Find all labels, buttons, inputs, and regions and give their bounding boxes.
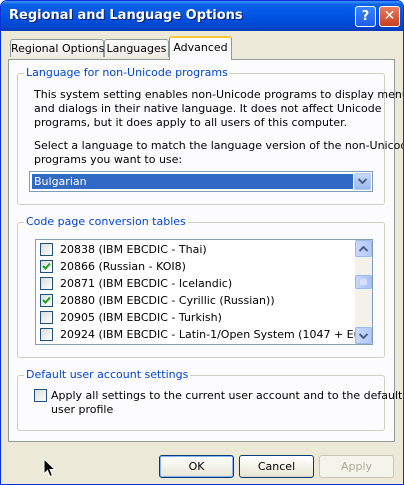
language-prompt-line-2: programs you want to use: bbox=[34, 153, 183, 166]
scroll-up-icon[interactable] bbox=[355, 240, 372, 257]
tab-advanced[interactable]: Advanced bbox=[169, 36, 232, 60]
tab-languages[interactable]: Languages bbox=[104, 39, 169, 57]
list-item-label: 20924 (IBM EBCDIC - Latin-1/Open System … bbox=[60, 328, 373, 341]
group-legend: Default user account settings bbox=[24, 368, 191, 381]
checkbox[interactable] bbox=[40, 243, 53, 256]
non-unicode-description-line-2: and dialogs in their native language. It… bbox=[34, 102, 382, 115]
dialog-window: Regional and Language Options ? ✕ Region… bbox=[0, 0, 404, 485]
list-item-label: 20880 (IBM EBCDIC - Cyrillic (Russian)) bbox=[60, 294, 275, 307]
language-select[interactable]: Bulgarian bbox=[29, 171, 373, 192]
vertical-scrollbar[interactable] bbox=[355, 240, 372, 344]
group-legend: Code page conversion tables bbox=[24, 215, 188, 228]
default-user-label-line-2: user profile bbox=[51, 403, 114, 416]
language-prompt-line-1: Select a language to match the language … bbox=[34, 139, 404, 152]
tab-strip: Regional Options Languages Advanced bbox=[1, 1, 403, 61]
apply-button[interactable]: Apply bbox=[319, 455, 394, 478]
checkbox[interactable] bbox=[40, 311, 53, 324]
mouse-pointer-icon bbox=[43, 458, 57, 478]
checkbox[interactable] bbox=[40, 260, 53, 273]
list-item-label: 20905 (IBM EBCDIC - Turkish) bbox=[60, 311, 222, 324]
scroll-down-icon[interactable] bbox=[355, 327, 372, 344]
list-item-label: 20838 (IBM EBCDIC - Thai) bbox=[60, 243, 207, 256]
check-mark-icon bbox=[42, 296, 51, 304]
language-select-value: Bulgarian bbox=[32, 174, 353, 189]
default-user-checkbox[interactable] bbox=[34, 389, 47, 402]
dropdown-arrow-icon[interactable] bbox=[354, 173, 371, 190]
cancel-button[interactable]: Cancel bbox=[239, 455, 314, 478]
group-legend: Language for non-Unicode programs bbox=[24, 66, 230, 79]
scrollbar-thumb[interactable] bbox=[355, 275, 372, 289]
default-user-label-line-1: Apply all settings to the current user a… bbox=[51, 389, 403, 402]
ok-button[interactable]: OK bbox=[159, 455, 234, 478]
checkbox[interactable] bbox=[40, 277, 53, 290]
code-page-list[interactable]: 20838 (IBM EBCDIC - Thai) 20866 (Russian… bbox=[35, 239, 373, 345]
non-unicode-description-line-3: programs, but it does apply to all users… bbox=[34, 116, 348, 129]
tab-regional-options[interactable]: Regional Options bbox=[10, 39, 104, 57]
check-mark-icon bbox=[42, 262, 51, 270]
list-item-label: 20866 (Russian - KOI8) bbox=[60, 260, 186, 273]
checkbox[interactable] bbox=[40, 294, 53, 307]
list-item-label: 20871 (IBM EBCDIC - Icelandic) bbox=[60, 277, 233, 290]
non-unicode-description-line-1: This system setting enables non-Unicode … bbox=[34, 88, 404, 101]
checkbox[interactable] bbox=[40, 328, 53, 341]
